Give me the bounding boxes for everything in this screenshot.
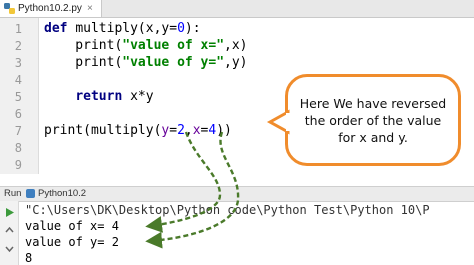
arrow-x-to-output	[145, 131, 222, 233]
callout-pointer-mask	[286, 113, 291, 131]
callout-pointer	[266, 109, 290, 135]
annotation-overlay	[145, 109, 291, 249]
